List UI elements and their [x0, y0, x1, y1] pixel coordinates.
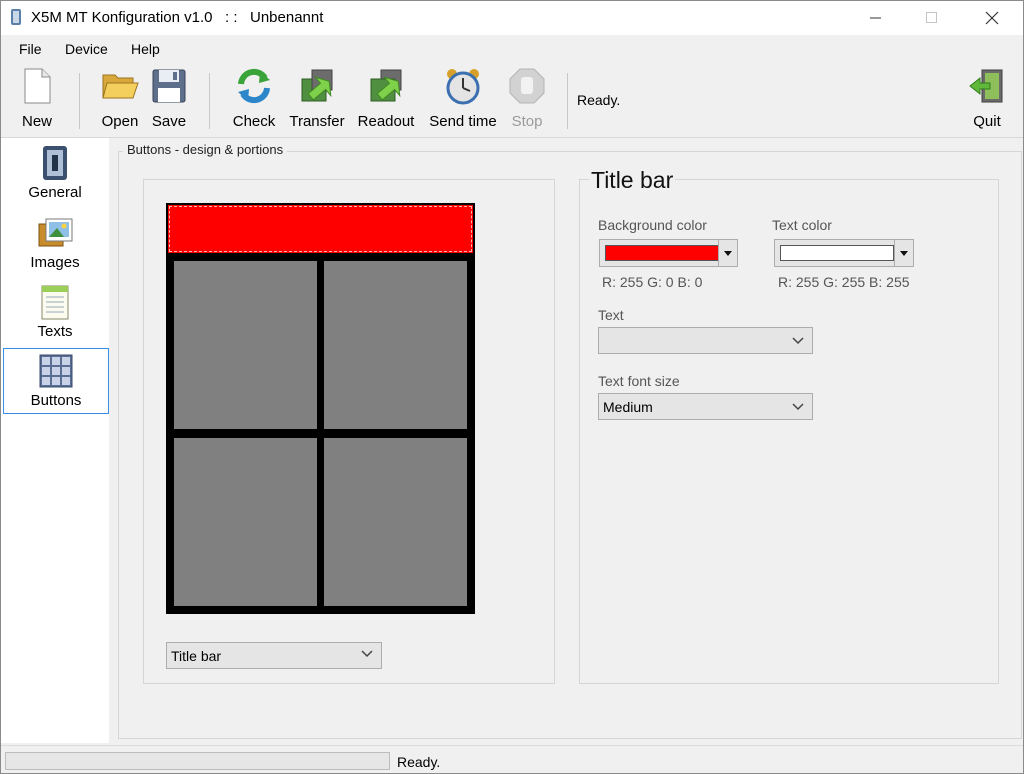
menu-device[interactable]: Device: [65, 41, 108, 57]
toolbar-separator: [79, 73, 80, 129]
background-color-swatch: [605, 245, 719, 261]
sidebar-item-label: Texts: [37, 323, 73, 340]
app-icon: [11, 9, 21, 25]
preview-button[interactable]: [174, 438, 317, 606]
quit-button[interactable]: Quit: [967, 67, 1007, 131]
status-text: Ready.: [397, 754, 441, 770]
maximize-button[interactable]: [909, 1, 955, 35]
background-color-label: Background color: [598, 217, 707, 233]
sidebar-item-general[interactable]: General: [3, 141, 107, 205]
element-select-value: Title bar: [171, 648, 222, 664]
sidebar-item-label: Buttons: [30, 392, 82, 409]
progress-bar: [5, 752, 390, 770]
minimize-button[interactable]: [853, 1, 899, 35]
font-size-select[interactable]: Medium: [598, 393, 813, 420]
floppy-disk-icon: [152, 69, 186, 103]
quit-label: Quit: [973, 113, 1001, 130]
sidebar-nav: General Images Texts Buttons: [1, 138, 109, 743]
switch-icon: [43, 146, 67, 180]
menu-help[interactable]: Help: [131, 41, 160, 57]
group-label: Buttons - design & portions: [123, 142, 288, 157]
close-icon: [985, 11, 999, 25]
preview-button[interactable]: [324, 438, 467, 606]
toolbar: New Open Save Check Transfer Readout Sen…: [1, 63, 1023, 138]
text-label: Text: [598, 307, 624, 323]
new-button[interactable]: New: [17, 67, 57, 131]
transfer-button[interactable]: Transfer: [289, 67, 345, 131]
maximize-icon: [926, 12, 937, 23]
button-layout-preview: [166, 203, 475, 614]
toolbar-separator: [209, 73, 210, 129]
folder-open-icon: [102, 74, 139, 99]
chevron-down-icon: [361, 650, 373, 658]
check-button[interactable]: Check: [231, 67, 277, 131]
alarm-clock-icon: [446, 69, 480, 105]
stop-button[interactable]: Stop: [507, 67, 547, 131]
chevron-down-icon: [792, 337, 804, 345]
menu-file[interactable]: File: [19, 41, 42, 57]
readout-label: Readout: [357, 113, 415, 130]
save-button[interactable]: Save: [149, 67, 189, 131]
stop-label: Stop: [511, 113, 543, 130]
sidebar-item-images[interactable]: Images: [3, 211, 107, 275]
transfer-icon: [301, 69, 333, 102]
preview-button[interactable]: [174, 261, 317, 429]
stop-hand-icon: [509, 68, 545, 104]
open-button[interactable]: Open: [99, 67, 141, 131]
transfer-label: Transfer: [289, 113, 345, 130]
readout-button[interactable]: Readout: [357, 67, 415, 131]
send-time-button[interactable]: Send time: [427, 67, 499, 131]
background-color-picker[interactable]: [599, 239, 738, 267]
text-color-picker[interactable]: [774, 239, 914, 267]
readout-icon: [370, 69, 402, 102]
app-window: X5M MT Konfiguration v1.0 : : Unbenannt …: [0, 0, 1024, 774]
new-label: New: [21, 113, 52, 130]
preview-button[interactable]: [324, 261, 467, 429]
new-document-icon: [24, 68, 51, 104]
font-size-label: Text font size: [598, 373, 680, 389]
text-color-swatch: [780, 245, 894, 261]
text-rgb-value: R: 255 G: 255 B: 255: [778, 274, 910, 290]
dropdown-arrow-icon: [894, 240, 913, 266]
preview-title-bar[interactable]: [168, 205, 473, 253]
open-label: Open: [101, 113, 139, 130]
save-label: Save: [151, 113, 187, 130]
close-button[interactable]: [969, 1, 1015, 35]
exit-door-icon: [969, 69, 1003, 103]
window-title: X5M MT Konfiguration v1.0 : : Unbenannt: [31, 9, 324, 26]
sidebar-item-label: General: [28, 184, 82, 201]
font-size-value: Medium: [603, 399, 653, 415]
sidebar-item-buttons[interactable]: Buttons: [3, 348, 109, 414]
background-rgb-value: R: 255 G: 0 B: 0: [602, 274, 703, 290]
element-select[interactable]: Title bar: [166, 642, 382, 669]
dropdown-arrow-icon: [718, 240, 737, 266]
minimize-icon: [870, 17, 881, 19]
properties-heading: Title bar: [589, 167, 676, 194]
check-label: Check: [232, 113, 276, 130]
images-icon: [38, 218, 73, 247]
text-color-label: Text color: [772, 217, 832, 233]
toolbar-status: Ready.: [577, 92, 621, 108]
sidebar-item-texts[interactable]: Texts: [3, 280, 107, 344]
text-select[interactable]: [598, 327, 813, 354]
grid-icon: [39, 354, 73, 388]
status-bar: Ready.: [1, 745, 1023, 773]
sidebar-item-label: Images: [30, 254, 80, 271]
title-bar: X5M MT Konfiguration v1.0 : : Unbenannt: [1, 1, 1023, 35]
send-time-label: Send time: [429, 113, 497, 130]
chevron-down-icon: [792, 403, 804, 411]
refresh-check-icon: [238, 68, 270, 104]
notepad-icon: [41, 285, 69, 320]
toolbar-separator: [567, 73, 568, 129]
menu-bar: File Device Help: [1, 35, 1023, 63]
